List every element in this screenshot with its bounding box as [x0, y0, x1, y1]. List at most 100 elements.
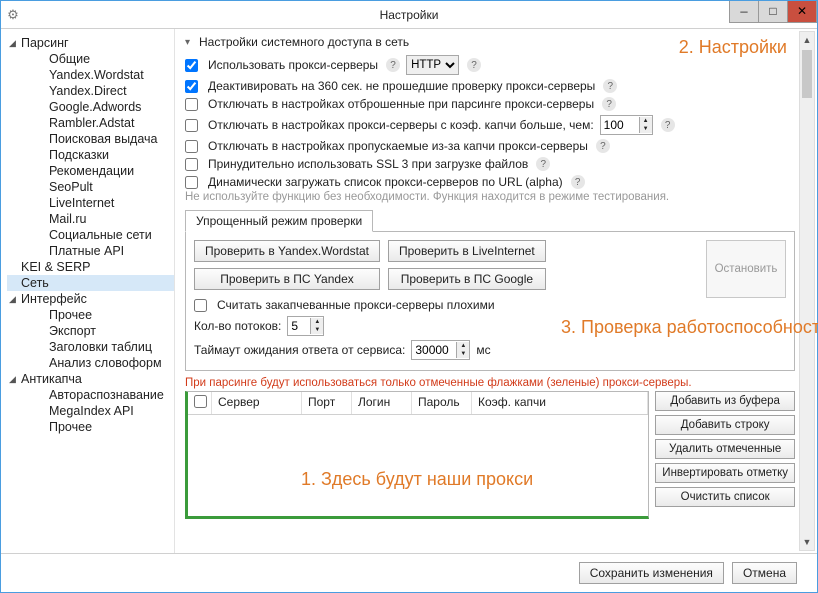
save-button[interactable]: Сохранить изменения — [579, 562, 724, 584]
use-proxy-label: Использовать прокси-серверы — [208, 58, 378, 72]
sidebar-item-label: Прочее — [49, 420, 92, 434]
sidebar-item[interactable]: Платные API — [35, 243, 174, 259]
sidebar-item-label: LiveInternet — [49, 196, 114, 210]
sidebar-item[interactable]: Yandex.Direct — [35, 83, 174, 99]
sidebar-item[interactable]: ◢Интерфейс — [7, 291, 174, 307]
delete-selected-button[interactable]: Удалить отмеченные — [655, 439, 795, 459]
sidebar-item[interactable]: Прочее — [35, 419, 174, 435]
check-yandex-wordstat-button[interactable]: Проверить в Yandex.Wordstat — [194, 240, 380, 262]
proxy-table[interactable]: Сервер Порт Логин Пароль Коэф. капчи — [185, 391, 649, 519]
check-liveinternet-button[interactable]: Проверить в LiveInternet — [388, 240, 546, 262]
dyn-url-label: Динамически загружать список прокси-серв… — [208, 175, 563, 189]
timeout-stepper[interactable]: ▲▼ — [411, 340, 470, 360]
captcha-coef-input[interactable] — [601, 116, 639, 134]
cancel-button[interactable]: Отмена — [732, 562, 797, 584]
count-captcha-bad-checkbox[interactable] — [194, 299, 207, 312]
add-from-buffer-button[interactable]: Добавить из буфера — [655, 391, 795, 411]
sidebar-item-label: Поисковая выдача — [49, 132, 157, 146]
sidebar-item[interactable]: Заголовки таблиц — [35, 339, 174, 355]
scroll-down-icon[interactable]: ▼ — [800, 534, 814, 550]
help-icon[interactable]: ? — [386, 58, 400, 72]
scroll-up-icon[interactable]: ▲ — [800, 32, 814, 48]
proxy-usage-warning: При парсинге будут использоваться только… — [185, 377, 795, 389]
check-tab-strip: Упрощенный режим проверки — [185, 209, 795, 232]
close-button[interactable]: ✕ — [787, 1, 817, 23]
minimize-button[interactable]: — — [729, 1, 759, 23]
col-login[interactable]: Логин — [352, 392, 412, 414]
sidebar-item[interactable]: Google.Adwords — [35, 99, 174, 115]
sidebar-item[interactable]: KEI & SERP — [7, 259, 174, 275]
help-icon[interactable]: ? — [661, 118, 675, 132]
add-row-button[interactable]: Добавить строку — [655, 415, 795, 435]
sidebar-item[interactable]: MegaIndex API — [35, 403, 174, 419]
sidebar-item-label: Рекомендации — [49, 164, 134, 178]
sidebar-item[interactable]: Rambler.Adstat — [35, 115, 174, 131]
force-ssl3-label: Принудительно использовать SSL 3 при заг… — [208, 157, 528, 171]
clear-list-button[interactable]: Очистить список — [655, 487, 795, 507]
tab-simple-check[interactable]: Упрощенный режим проверки — [185, 210, 373, 232]
col-server[interactable]: Сервер — [212, 392, 302, 414]
sidebar-item-label: Mail.ru — [49, 212, 87, 226]
disable-captcha-gt-checkbox[interactable] — [185, 119, 198, 132]
sidebar-item-label: Подсказки — [49, 148, 109, 162]
sidebar-item[interactable]: ◢Антикапча — [7, 371, 174, 387]
sidebar-item[interactable]: Mail.ru — [35, 211, 174, 227]
sidebar-item-label: Интерфейс — [21, 292, 87, 306]
help-icon[interactable]: ? — [596, 139, 610, 153]
timeout-input[interactable] — [412, 341, 456, 359]
proxy-type-select[interactable]: HTTP — [406, 55, 459, 75]
check-yandex-search-button[interactable]: Проверить в ПС Yandex — [194, 268, 380, 290]
section-header[interactable]: ▾ Настройки системного доступа в сеть — [185, 33, 795, 53]
sidebar-item[interactable]: Подсказки — [35, 147, 174, 163]
disable-skipped-captcha-checkbox[interactable] — [185, 140, 198, 153]
deact-360-checkbox[interactable] — [185, 80, 198, 93]
sidebar-item[interactable]: Социальные сети — [35, 227, 174, 243]
col-port[interactable]: Порт — [302, 392, 352, 414]
sidebar-item[interactable]: Поисковая выдача — [35, 131, 174, 147]
scrollbar[interactable]: ▲ ▼ — [799, 31, 815, 551]
sidebar-item[interactable]: SeoPult — [35, 179, 174, 195]
sidebar-item[interactable]: Анализ словоформ — [35, 355, 174, 371]
disable-rejected-label: Отключать в настройках отброшенные при п… — [208, 97, 594, 111]
sidebar-item[interactable]: LiveInternet — [35, 195, 174, 211]
footer: Сохранить изменения Отмена — [1, 553, 817, 592]
use-proxy-checkbox[interactable] — [185, 59, 198, 72]
invert-selection-button[interactable]: Инвертировать отметку — [655, 463, 795, 483]
force-ssl3-checkbox[interactable] — [185, 158, 198, 171]
timeout-unit: мс — [476, 343, 490, 357]
gear-icon[interactable]: ⚙ — [1, 7, 25, 23]
sidebar-item[interactable]: Общие — [35, 51, 174, 67]
dyn-url-checkbox[interactable] — [185, 176, 198, 189]
sidebar-item-label: Сеть — [21, 276, 49, 290]
help-icon[interactable]: ? — [571, 175, 585, 189]
maximize-button[interactable]: □ — [758, 1, 788, 23]
check-panel: Проверить в Yandex.Wordstat Проверить в … — [185, 232, 795, 371]
col-pass[interactable]: Пароль — [412, 392, 472, 414]
help-icon[interactable]: ? — [602, 97, 616, 111]
threads-stepper[interactable]: ▲▼ — [287, 316, 324, 336]
sidebar-item[interactable]: Сеть — [7, 275, 174, 291]
help-icon[interactable]: ? — [536, 157, 550, 171]
stop-button[interactable]: Остановить — [706, 240, 786, 298]
sidebar-item[interactable]: Автораспознавание — [35, 387, 174, 403]
deact-360-label: Деактивировать на 360 сек. не прошедшие … — [208, 79, 595, 93]
select-all-checkbox[interactable] — [194, 395, 207, 408]
help-icon[interactable]: ? — [603, 79, 617, 93]
disable-rejected-checkbox[interactable] — [185, 98, 198, 111]
threads-input[interactable] — [288, 317, 310, 335]
caret-down-icon: ◢ — [9, 38, 21, 49]
sidebar-item-label: Yandex.Direct — [49, 84, 127, 98]
help-icon[interactable]: ? — [467, 58, 481, 72]
caret-down-icon: ◢ — [9, 294, 21, 305]
captcha-coef-stepper[interactable]: ▲▼ — [600, 115, 653, 135]
sidebar-item[interactable]: Экспорт — [35, 323, 174, 339]
sidebar-item[interactable]: Рекомендации — [35, 163, 174, 179]
check-google-search-button[interactable]: Проверить в ПС Google — [388, 268, 546, 290]
sidebar-item[interactable]: Прочее — [35, 307, 174, 323]
sidebar-item[interactable]: Yandex.Wordstat — [35, 67, 174, 83]
scroll-thumb[interactable] — [802, 50, 812, 98]
sidebar-item-label: MegaIndex API — [49, 404, 134, 418]
sidebar-item[interactable]: ◢Парсинг — [7, 35, 174, 51]
sidebar-item-label: Анализ словоформ — [49, 356, 162, 370]
col-coef[interactable]: Коэф. капчи — [472, 392, 648, 414]
